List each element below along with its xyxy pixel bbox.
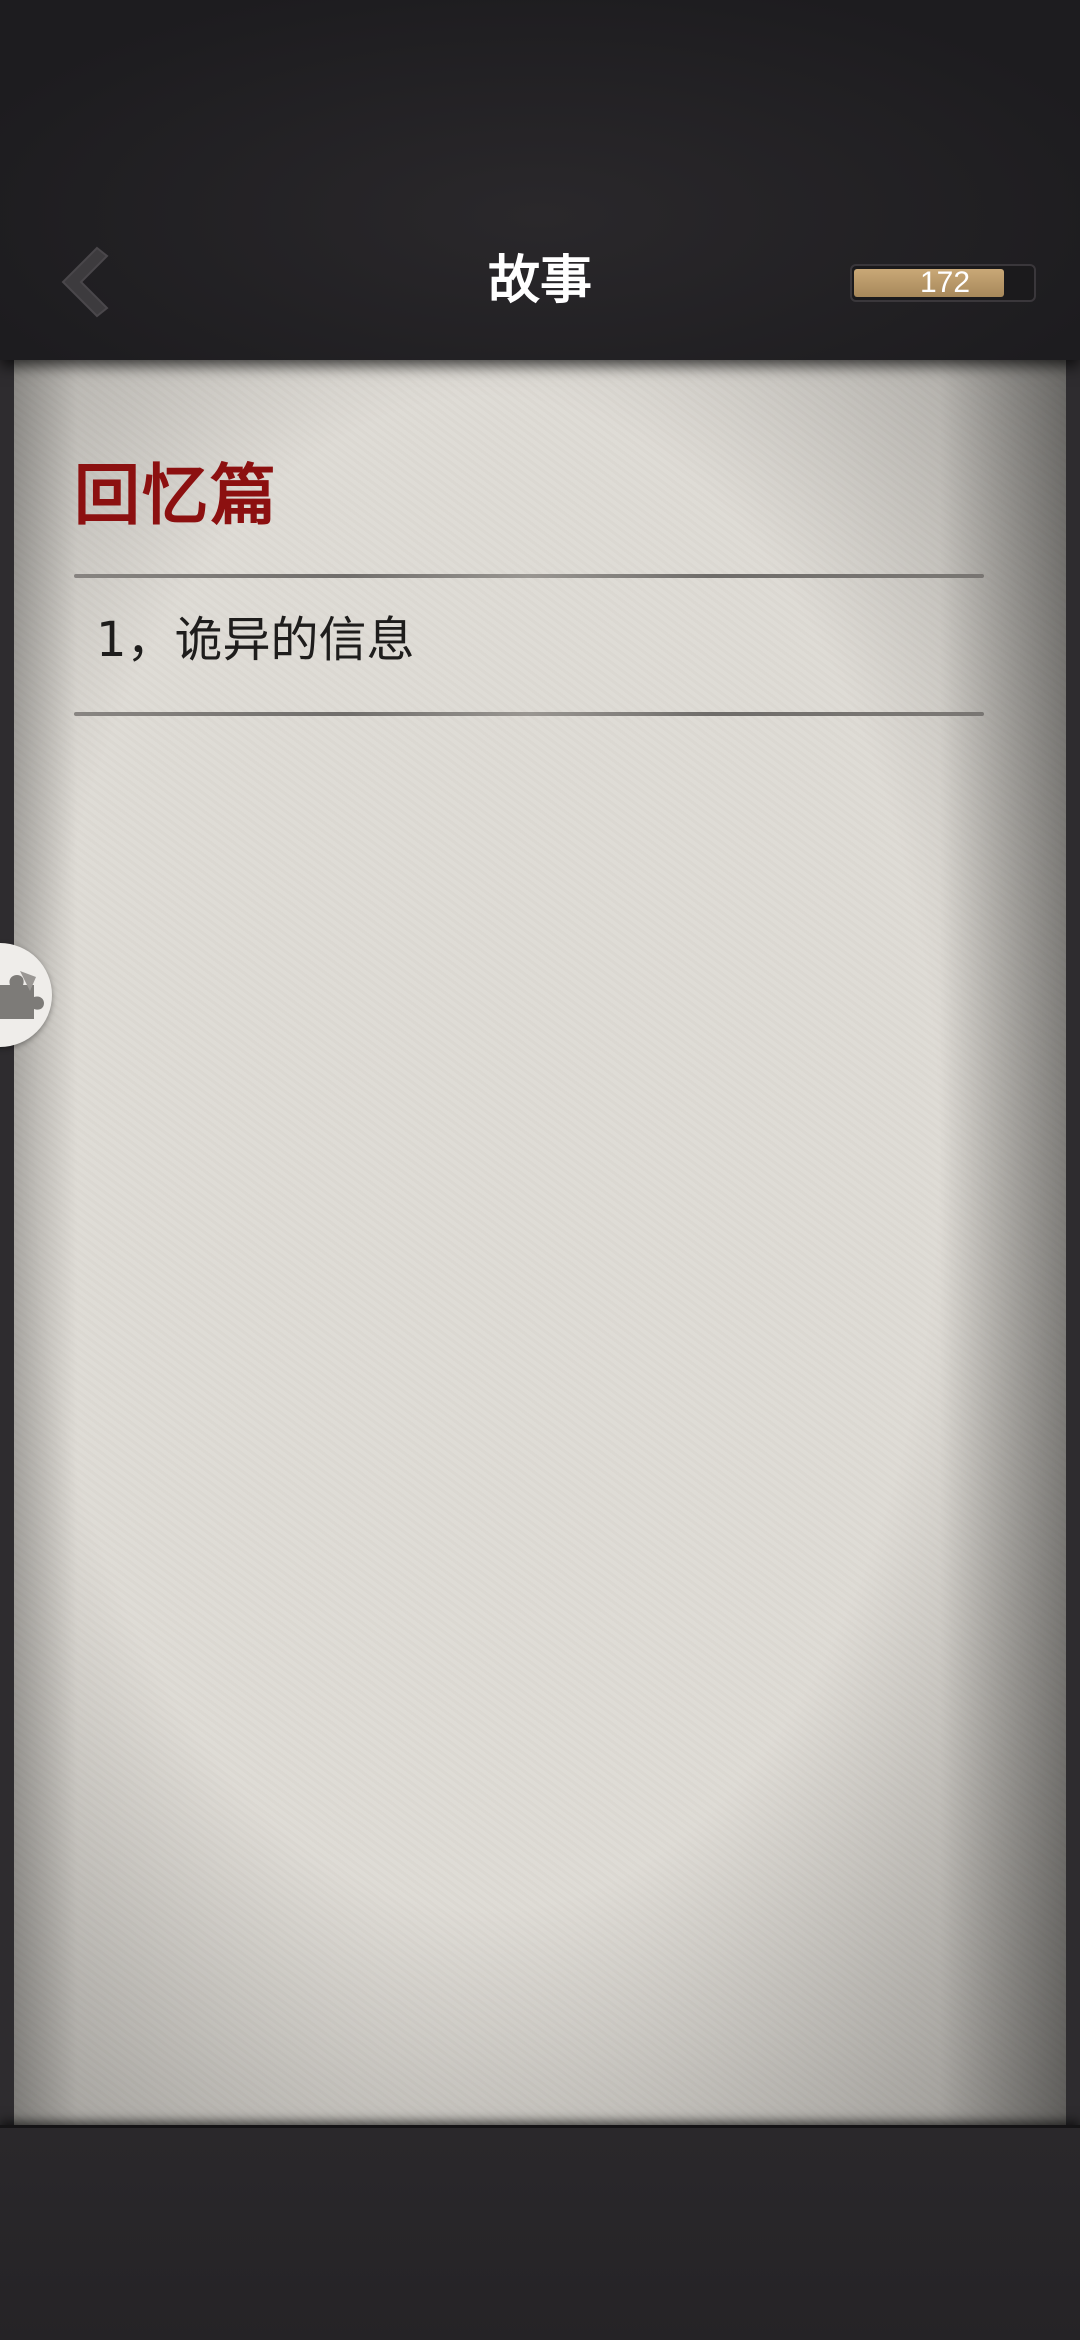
bottom-bar — [0, 2125, 1080, 2340]
chevron-left-icon — [61, 246, 109, 318]
top-bar: 故事 172 — [0, 0, 1080, 360]
puzzle-piece-icon — [0, 971, 44, 1019]
divider-bottom — [74, 712, 984, 716]
section-title: 回忆篇 — [74, 456, 278, 534]
back-button[interactable] — [50, 242, 120, 322]
story-paper: 回忆篇 1，诡异的信息 — [14, 360, 1066, 2125]
counter-badge: 172 — [850, 264, 1036, 302]
counter-value: 172 — [919, 266, 971, 299]
story-item-1[interactable]: 1，诡异的信息 — [74, 578, 984, 708]
story-item-label: 1，诡异的信息 — [96, 612, 415, 668]
